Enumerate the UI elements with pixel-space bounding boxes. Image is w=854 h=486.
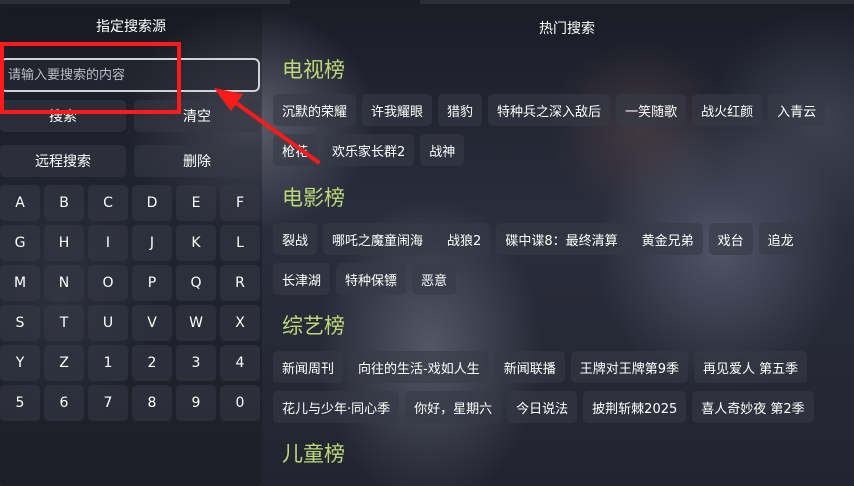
hot-search-chip[interactable]: 猎豹 <box>438 94 483 126</box>
hot-search-chip[interactable]: 向往的生活-戏如人生 <box>349 351 489 383</box>
hot-search-chip[interactable]: 特种保镖 <box>336 263 407 295</box>
delete-button[interactable]: 删除 <box>134 145 260 177</box>
hot-search-chip[interactable]: 长津湖 <box>273 263 331 295</box>
key-a[interactable]: A <box>0 185 40 221</box>
hot-search-chip[interactable]: 欢乐家长群2 <box>323 134 415 166</box>
hot-search-chip[interactable]: 黄金兄弟 <box>632 223 703 255</box>
key-i[interactable]: I <box>88 225 128 261</box>
key-4[interactable]: 4 <box>220 345 260 381</box>
search-input[interactable] <box>0 58 260 92</box>
hot-search-chip[interactable]: 战神 <box>420 134 465 166</box>
key-m[interactable]: M <box>0 265 40 301</box>
section-title-movie: 电影榜 <box>282 186 345 210</box>
key-d[interactable]: D <box>132 185 172 221</box>
key-r[interactable]: R <box>220 265 260 301</box>
key-c[interactable]: C <box>88 185 128 221</box>
key-q[interactable]: Q <box>176 265 216 301</box>
chip-list: 新闻周刊 向往的生活-戏如人生 新闻联播 王牌对王牌第9季 再见爱人 第五季花儿与少年·… <box>273 351 833 423</box>
key-w[interactable]: W <box>176 305 216 341</box>
section-title-tv: 电视榜 <box>282 58 345 82</box>
key-e[interactable]: E <box>176 185 216 221</box>
key-k[interactable]: K <box>176 225 216 261</box>
key-z[interactable]: Z <box>44 345 84 381</box>
hot-search-chip[interactable]: 碟中谍8：最终清算 <box>496 223 627 255</box>
key-o[interactable]: O <box>88 265 128 301</box>
hot-search-chip[interactable]: 你好，星期六 <box>405 391 502 423</box>
clear-button[interactable]: 清空 <box>134 100 260 132</box>
hot-search-chip[interactable]: 新闻周刊 <box>273 351 344 383</box>
key-b[interactable]: B <box>44 185 84 221</box>
top-edge-right <box>420 0 854 4</box>
hot-search-chip[interactable]: 许我耀眼 <box>362 94 433 126</box>
key-t[interactable]: T <box>44 305 84 341</box>
key-2[interactable]: 2 <box>132 345 172 381</box>
hot-search-chip[interactable]: 枪花 <box>273 134 318 166</box>
key-v[interactable]: V <box>132 305 172 341</box>
hot-search-chip[interactable]: 披荆斩棘2025 <box>583 391 687 423</box>
key-7[interactable]: 7 <box>88 385 128 421</box>
key-x[interactable]: X <box>220 305 260 341</box>
remote-search-button[interactable]: 远程搜索 <box>0 145 126 177</box>
search-button[interactable]: 搜索 <box>0 100 126 132</box>
source-selector-title[interactable]: 指定搜索源 <box>0 16 262 36</box>
hot-search-chip[interactable]: 追龙 <box>758 223 803 255</box>
key-h[interactable]: H <box>44 225 84 261</box>
top-edge-left <box>0 0 290 4</box>
section-title-variety: 综艺榜 <box>282 314 345 338</box>
hot-search-chip[interactable]: 特种兵之深入敌后 <box>488 94 611 126</box>
key-j[interactable]: J <box>132 225 172 261</box>
hot-search-chip[interactable]: 花儿与少年·同心季 <box>273 391 400 423</box>
hot-search-chip[interactable]: 一笑随歌 <box>616 94 687 126</box>
hot-search-chip[interactable]: 沉默的荣耀 <box>273 94 357 126</box>
key-u[interactable]: U <box>88 305 128 341</box>
hot-search-chip[interactable]: 喜人奇妙夜 第2季 <box>692 391 814 423</box>
hot-search-chip[interactable]: 入青云 <box>768 94 826 126</box>
key-1[interactable]: 1 <box>88 345 128 381</box>
key-5[interactable]: 5 <box>0 385 40 421</box>
key-3[interactable]: 3 <box>176 345 216 381</box>
hot-search-chip[interactable]: 恶意 <box>412 263 457 295</box>
key-f[interactable]: F <box>220 185 260 221</box>
hot-search-chip[interactable]: 戏台 <box>708 223 753 255</box>
key-8[interactable]: 8 <box>132 385 172 421</box>
key-0[interactable]: 0 <box>220 385 260 421</box>
key-p[interactable]: P <box>132 265 172 301</box>
key-y[interactable]: Y <box>0 345 40 381</box>
section-title-kids: 儿童榜 <box>282 442 345 466</box>
keyboard-grid: ABCDEF GHIJKL MNOPQR STUVWX YZ1234 567890 <box>0 185 262 421</box>
key-g[interactable]: G <box>0 225 40 261</box>
key-6[interactable]: 6 <box>44 385 84 421</box>
chip-list: 沉默的荣耀 许我耀眼 猎豹 特种兵之深入敌后 一笑随歌 战火红颜 入青云枪花 欢乐家长群2 战神 <box>273 94 833 166</box>
key-9[interactable]: 9 <box>176 385 216 421</box>
key-l[interactable]: L <box>220 225 260 261</box>
key-n[interactable]: N <box>44 265 84 301</box>
hot-search-title: 热门搜索 <box>539 21 595 37</box>
hot-search-chip[interactable]: 战狼2 <box>438 223 491 255</box>
key-s[interactable]: S <box>0 305 40 341</box>
chip-list: 裂战 哪吒之魔童闹海 战狼2 碟中谍8：最终清算 黄金兄弟 戏台 追龙长津湖 特种保镖 恶意 <box>273 223 833 295</box>
hot-search-chip[interactable]: 战火红颜 <box>692 94 763 126</box>
hot-search-chip[interactable]: 再见爱人 第五季 <box>694 351 808 383</box>
hot-search-chip[interactable]: 裂战 <box>273 223 318 255</box>
hot-search-chip[interactable]: 新闻联播 <box>494 351 565 383</box>
hot-search-chip[interactable]: 今日说法 <box>507 391 578 423</box>
hot-search-chip[interactable]: 王牌对王牌第9季 <box>570 351 689 383</box>
hot-search-chip[interactable]: 哪吒之魔童闹海 <box>323 223 433 255</box>
